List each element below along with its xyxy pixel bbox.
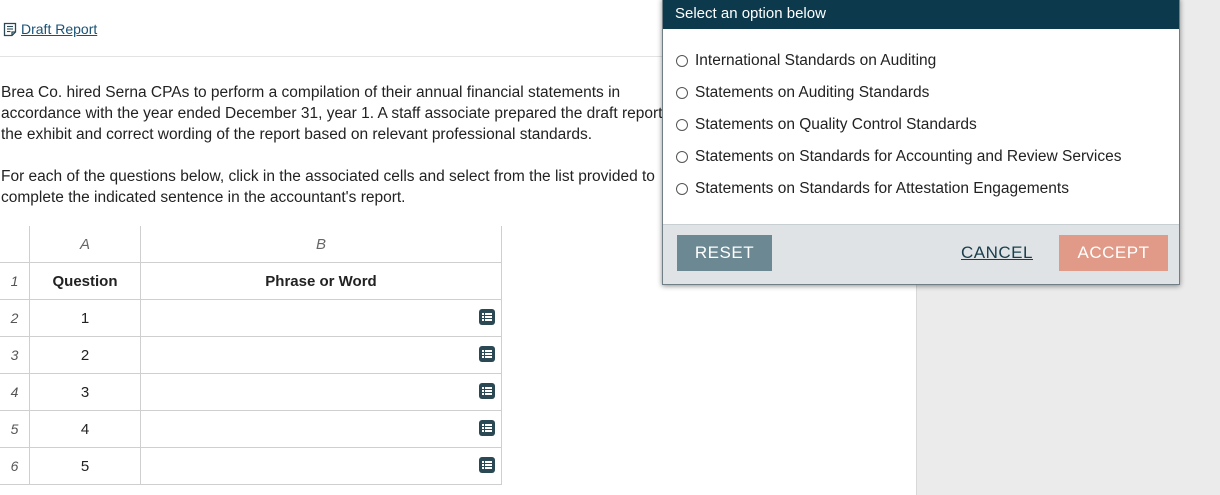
column-letter-row: A B: [0, 226, 502, 263]
table-row: 4 3: [0, 373, 502, 411]
draft-report-link[interactable]: Draft Report: [3, 21, 97, 37]
instructions: Brea Co. hired Serna CPAs to perform a c…: [1, 82, 681, 229]
option-list: International Standards on Auditing Stat…: [663, 29, 1179, 205]
instructions-paragraph-1: Brea Co. hired Serna CPAs to perform a c…: [1, 84, 679, 143]
option-label: Statements on Quality Control Standards: [695, 116, 977, 133]
table-row: 2 1: [0, 299, 502, 337]
option-item[interactable]: International Standards on Auditing: [663, 45, 1179, 77]
popup-footer: RESET CANCEL ACCEPT: [663, 224, 1179, 284]
option-item[interactable]: Statements on Auditing Standards: [663, 77, 1179, 109]
list-icon[interactable]: [479, 457, 495, 473]
answer-cell[interactable]: [140, 373, 502, 411]
question-cell: 2: [29, 336, 141, 374]
radio-button[interactable]: [676, 183, 688, 195]
row-number: 6: [0, 447, 30, 485]
question-header: Question: [29, 262, 141, 300]
table-row: 3 2: [0, 336, 502, 374]
answer-cell[interactable]: [140, 336, 502, 374]
answer-grid: A B 1 Question Phrase or Word 2 1 3 2 4 …: [0, 226, 502, 485]
option-label: International Standards on Auditing: [695, 52, 937, 69]
table-row: 5 4: [0, 410, 502, 448]
option-item[interactable]: Statements on Quality Control Standards: [663, 109, 1179, 141]
row-number: 2: [0, 299, 30, 337]
option-label: Statements on Auditing Standards: [695, 84, 930, 101]
row-number: 5: [0, 410, 30, 448]
radio-button[interactable]: [676, 119, 688, 131]
column-letter-a: A: [29, 226, 141, 263]
option-label: Statements on Standards for Attestation …: [695, 180, 1069, 197]
column-letter-b: B: [140, 226, 502, 263]
list-icon[interactable]: [479, 346, 495, 362]
list-icon[interactable]: [479, 420, 495, 436]
question-cell: 1: [29, 299, 141, 337]
row-number: 1: [0, 262, 30, 300]
question-cell: 4: [29, 410, 141, 448]
corner-cell: [0, 226, 30, 263]
list-icon[interactable]: [479, 309, 495, 325]
answer-cell[interactable]: [140, 299, 502, 337]
option-item[interactable]: Statements on Standards for Accounting a…: [663, 141, 1179, 173]
option-item[interactable]: Statements on Standards for Attestation …: [663, 173, 1179, 205]
instructions-paragraph-2: For each of the questions below, click i…: [1, 168, 655, 206]
row-number: 3: [0, 336, 30, 374]
answer-cell[interactable]: [140, 410, 502, 448]
draft-report-label[interactable]: Draft Report: [21, 21, 97, 37]
popup-title: Select an option below: [663, 0, 1179, 29]
answer-cell[interactable]: [140, 447, 502, 485]
accept-button[interactable]: ACCEPT: [1059, 235, 1168, 271]
document-icon: [3, 22, 17, 36]
row-number: 4: [0, 373, 30, 411]
phrase-header: Phrase or Word: [140, 262, 502, 300]
table-row: 6 5: [0, 447, 502, 485]
option-label: Statements on Standards for Accounting a…: [695, 148, 1122, 165]
list-icon[interactable]: [479, 383, 495, 399]
question-cell: 3: [29, 373, 141, 411]
radio-button[interactable]: [676, 151, 688, 163]
reset-button[interactable]: RESET: [677, 235, 772, 271]
radio-button[interactable]: [676, 87, 688, 99]
cancel-button[interactable]: CANCEL: [961, 235, 1033, 271]
question-cell: 5: [29, 447, 141, 485]
radio-button[interactable]: [676, 55, 688, 67]
header-row: 1 Question Phrase or Word: [0, 262, 502, 300]
option-select-popup: Select an option below International Sta…: [662, 0, 1180, 285]
